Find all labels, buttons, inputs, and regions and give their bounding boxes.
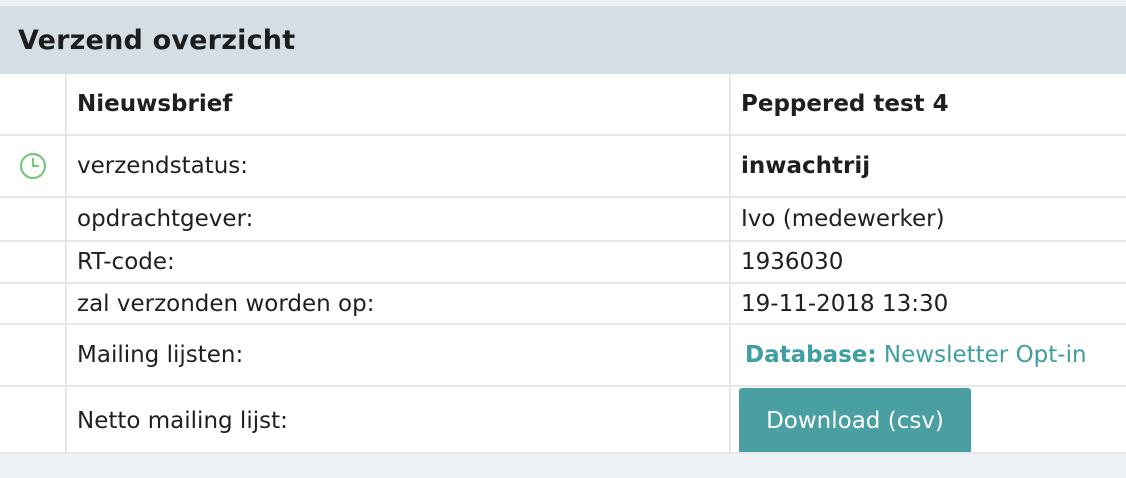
table-row-newsletter: Nieuwsbrief Peppered test 4 <box>0 74 1126 135</box>
client-value: Ivo (medewerker) <box>730 196 1126 241</box>
send-date-label: zal verzonden worden op: <box>66 282 731 324</box>
bottom-strip <box>0 452 1126 478</box>
mailing-lists-label: Mailing lijsten: <box>66 323 731 386</box>
table-row-status: verzendstatus: inwachtrij <box>0 134 1126 197</box>
send-overview-panel: Verzend overzicht Nieuwsbrief Peppered t… <box>0 0 1126 478</box>
mailing-list-name: Newsletter Opt-in <box>883 342 1087 368</box>
table-row-send-date: zal verzonden worden op: 19-11-2018 13:3… <box>0 282 1126 324</box>
icon-cell <box>0 240 67 283</box>
panel-header: Verzend overzicht <box>0 6 1126 74</box>
database-prefix: Database: <box>745 342 877 368</box>
icon-cell <box>0 385 67 454</box>
icon-cell <box>0 323 67 386</box>
rt-code-label: RT-code: <box>66 240 731 283</box>
icon-cell <box>0 74 67 135</box>
status-label: verzendstatus: <box>66 134 731 197</box>
download-csv-button[interactable]: Download (csv) <box>739 388 971 454</box>
table-row-rt-code: RT-code: 1936030 <box>0 240 1126 283</box>
mailing-list-link[interactable]: Database: Newsletter Opt-in <box>745 342 1087 368</box>
mailing-lists-value: Database: Newsletter Opt-in <box>730 323 1126 386</box>
overview-table: Nieuwsbrief Peppered test 4 verzendstatu… <box>0 74 1126 454</box>
table-row-client: opdrachtgever: Ivo (medewerker) <box>0 196 1126 241</box>
newsletter-value: Peppered test 4 <box>741 91 949 117</box>
net-list-label: Netto mailing lijst: <box>66 385 731 454</box>
rt-code-value: 1936030 <box>730 240 1126 283</box>
icon-cell <box>0 196 67 241</box>
client-label: opdrachtgever: <box>66 196 731 241</box>
net-list-cell: Download (csv) <box>730 385 1126 454</box>
send-date-value: 19-11-2018 13:30 <box>730 282 1126 324</box>
table-row-net-list: Netto mailing lijst: Download (csv) <box>0 385 1126 454</box>
newsletter-label: Nieuwsbrief <box>66 74 731 135</box>
icon-cell <box>0 282 67 324</box>
clock-icon <box>19 152 46 180</box>
status-value: inwachtrij <box>730 134 1126 197</box>
table-row-mailing-lists: Mailing lijsten: Database: Newsletter Op… <box>0 323 1126 386</box>
icon-cell <box>0 134 67 197</box>
panel-title: Verzend overzicht <box>18 24 296 56</box>
